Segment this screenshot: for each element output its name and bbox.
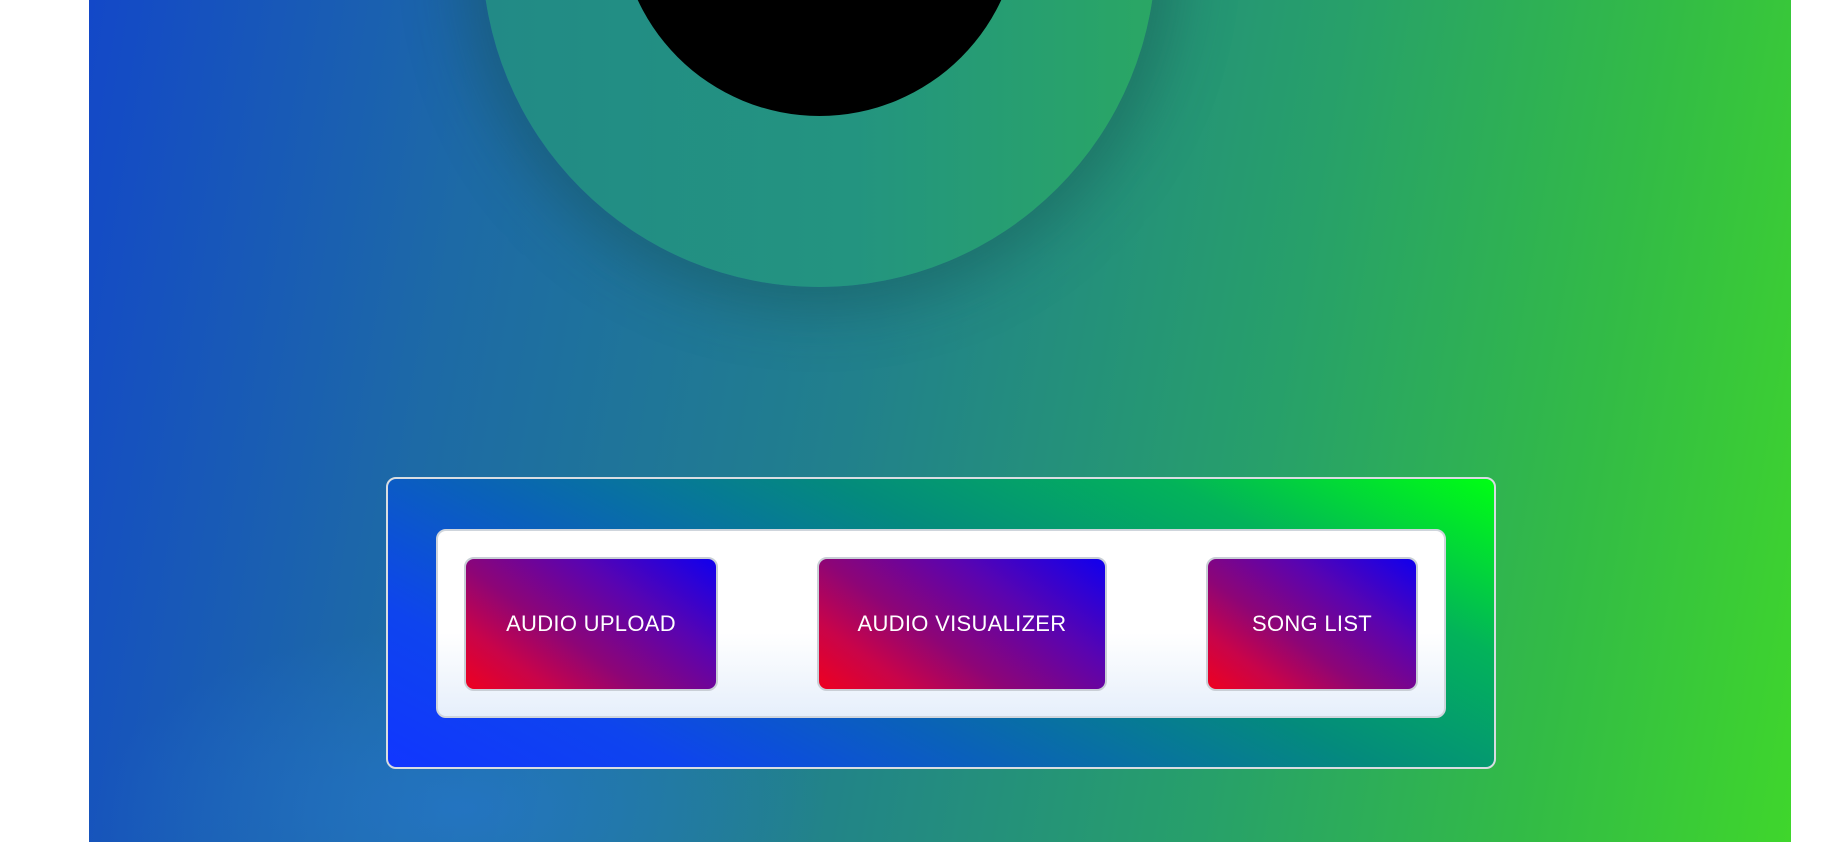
navigation-frame: AUDIO UPLOAD AUDIO VISUALIZER SONG LIST: [386, 477, 1496, 769]
audio-visualizer-button[interactable]: AUDIO VISUALIZER: [817, 557, 1107, 691]
audio-visualizer-button-label: AUDIO VISUALIZER: [857, 611, 1067, 636]
song-list-button[interactable]: SONG LIST: [1206, 557, 1418, 691]
song-list-button-label: SONG LIST: [1251, 611, 1373, 636]
navigation-panel: AUDIO UPLOAD AUDIO VISUALIZER SONG LIST: [436, 529, 1446, 718]
audio-upload-button-label: AUDIO UPLOAD: [506, 611, 676, 636]
audio-upload-button[interactable]: AUDIO UPLOAD: [464, 557, 718, 691]
app-canvas: AUDIO UPLOAD AUDIO VISUALIZER SONG LIST: [89, 0, 1791, 842]
